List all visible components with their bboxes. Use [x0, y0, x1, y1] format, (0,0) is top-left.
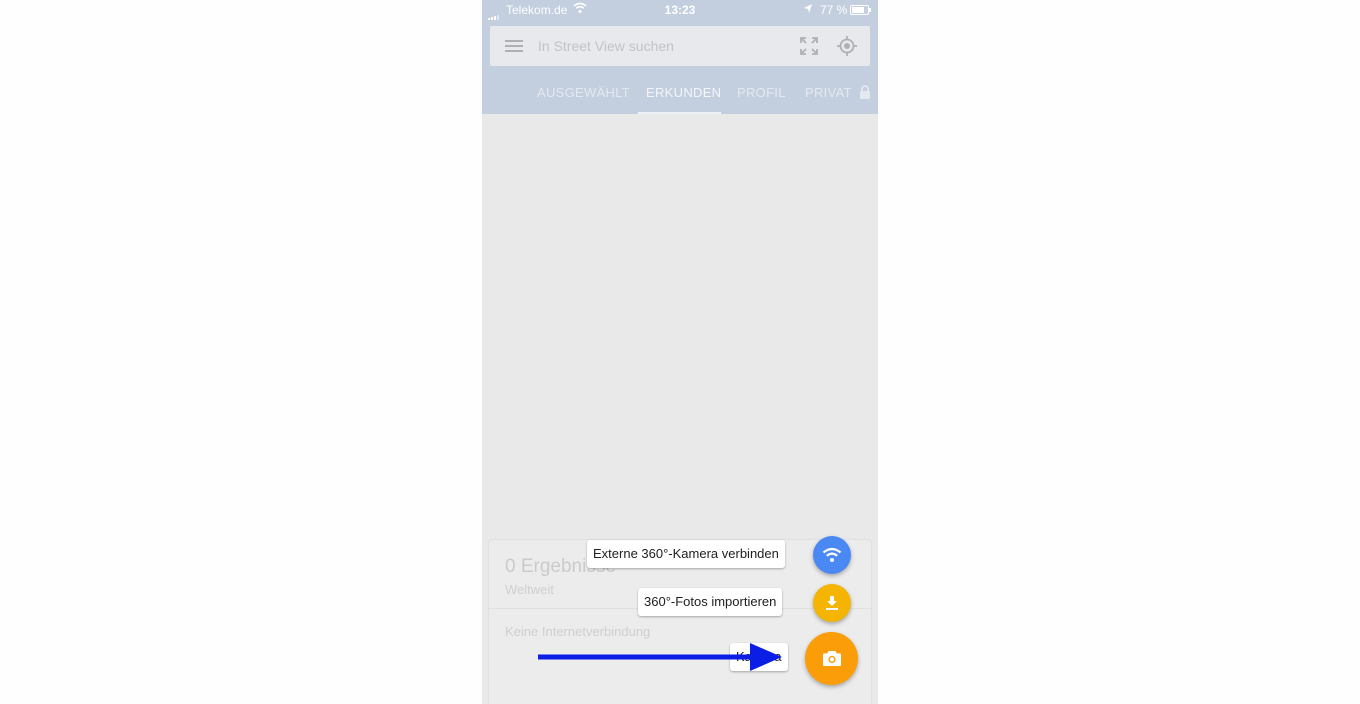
annotation-arrow [538, 643, 782, 671]
phone-screen: Telekom.de 13:23 77 % In Street View suc… [482, 0, 878, 704]
